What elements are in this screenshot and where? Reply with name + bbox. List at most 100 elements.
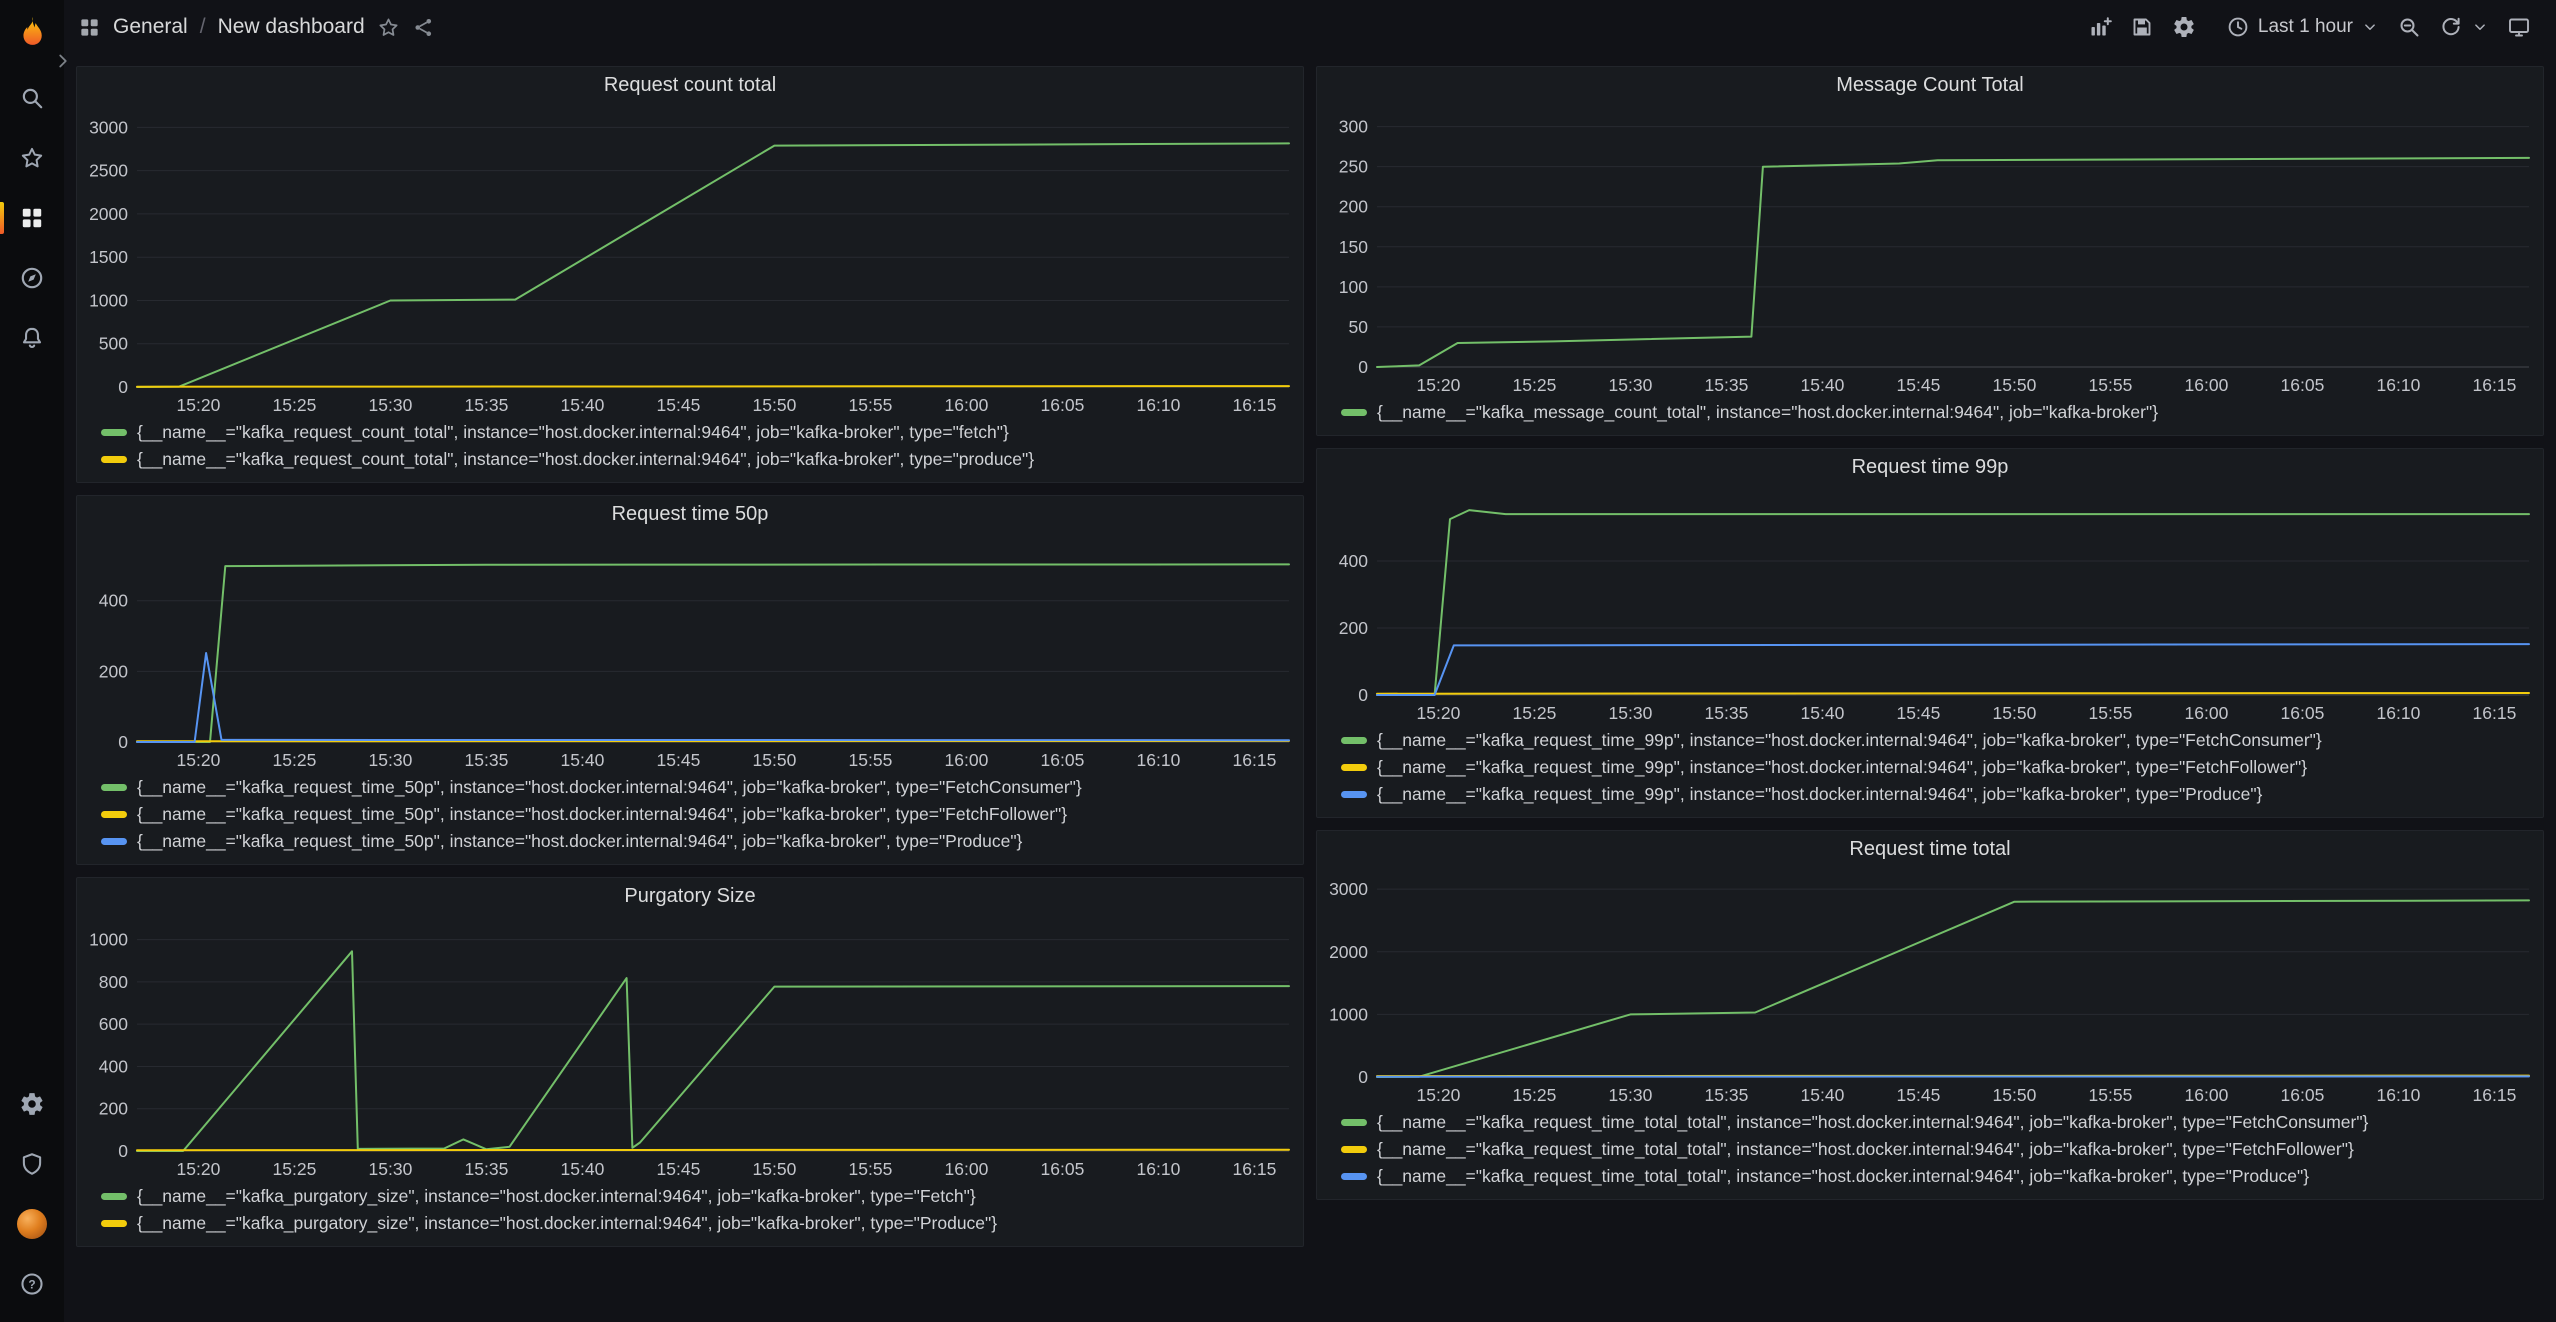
save-dashboard-button[interactable] xyxy=(2123,9,2161,45)
panel-legend: {__name__="kafka_request_count_total", i… xyxy=(77,417,1303,482)
legend-item[interactable]: {__name__="kafka_request_time_99p", inst… xyxy=(1341,783,2262,805)
dashboards-grid-icon xyxy=(78,16,101,39)
y-axis-tick-label: 0 xyxy=(1358,1067,1368,1087)
x-axis-tick-label: 15:25 xyxy=(273,1159,317,1179)
shield-icon xyxy=(19,1151,45,1177)
legend-item[interactable]: {__name__="kafka_request_time_50p", inst… xyxy=(101,830,1022,852)
legend-color-swatch xyxy=(1341,737,1367,744)
time-series-chart[interactable]: 020040015:2015:2515:3015:3515:4015:4515:… xyxy=(1317,485,2543,725)
sidebar-item-profile[interactable] xyxy=(0,1202,64,1246)
refresh-interval-caret-icon[interactable] xyxy=(2471,18,2489,36)
expand-menu-button[interactable] xyxy=(52,50,74,72)
x-axis-tick-label: 15:20 xyxy=(177,395,221,415)
sidebar-item-server-admin[interactable] xyxy=(0,1142,64,1186)
zoom-out-button[interactable] xyxy=(2390,9,2428,45)
panel-plot-area[interactable]: 0200400600800100015:2015:2515:3015:3515:… xyxy=(77,914,1303,1181)
legend-item[interactable]: {__name__="kafka_request_time_total_tota… xyxy=(1341,1138,2354,1160)
legend-item[interactable]: {__name__="kafka_message_count_total", i… xyxy=(1341,401,2158,423)
x-axis-tick-label: 15:55 xyxy=(849,750,893,770)
panel-plot-area[interactable]: 020040015:2015:2515:3015:3515:4015:4515:… xyxy=(77,532,1303,772)
panel-plot-area[interactable]: 020040015:2015:2515:3015:3515:4015:4515:… xyxy=(1317,485,2543,725)
legend-item[interactable]: {__name__="kafka_request_time_99p", inst… xyxy=(1341,756,2307,778)
favorite-star-icon[interactable] xyxy=(377,16,400,39)
legend-label: {__name__="kafka_request_time_total_tota… xyxy=(1377,1112,2368,1133)
sidebar-item-alerting[interactable] xyxy=(0,316,64,360)
series-line xyxy=(137,564,1289,742)
time-series-chart[interactable]: 020040015:2015:2515:3015:3515:4015:4515:… xyxy=(77,532,1303,772)
grafana-logo-icon[interactable] xyxy=(13,14,51,52)
time-series-chart[interactable]: 010002000300015:2015:2515:3015:3515:4015… xyxy=(1317,867,2543,1107)
time-series-chart[interactable]: 0200400600800100015:2015:2515:3015:3515:… xyxy=(77,914,1303,1181)
sidebar-item-search[interactable] xyxy=(0,76,64,120)
legend-label: {__name__="kafka_request_time_50p", inst… xyxy=(137,831,1022,852)
panel-plot-area[interactable]: 05010015020025030015:2015:2515:3015:3515… xyxy=(1317,103,2543,397)
x-axis-tick-label: 16:10 xyxy=(2377,1085,2421,1105)
legend-item[interactable]: {__name__="kafka_request_time_50p", inst… xyxy=(101,776,1082,798)
sidebar-item-dashboards[interactable] xyxy=(0,196,64,240)
x-axis-tick-label: 16:10 xyxy=(2377,375,2421,395)
gear-icon xyxy=(19,1091,45,1117)
legend-item[interactable]: {__name__="kafka_request_count_total", i… xyxy=(101,448,1034,470)
x-axis-tick-label: 16:05 xyxy=(1041,750,1085,770)
x-axis-tick-label: 15:50 xyxy=(753,750,797,770)
legend-label: {__name__="kafka_request_time_total_tota… xyxy=(1377,1139,2354,1160)
x-axis-tick-label: 16:15 xyxy=(2473,375,2517,395)
x-axis-tick-label: 15:25 xyxy=(273,395,317,415)
x-axis-tick-label: 16:00 xyxy=(2185,1085,2229,1105)
legend-item[interactable]: {__name__="kafka_request_time_total_tota… xyxy=(1341,1165,2309,1187)
refresh-button[interactable] xyxy=(2432,9,2496,45)
sidebar-item-help[interactable]: ? xyxy=(0,1262,64,1306)
y-axis-tick-label: 0 xyxy=(118,377,128,397)
x-axis-tick-label: 16:00 xyxy=(945,750,989,770)
panel-plot-area[interactable]: 05001000150020002500300015:2015:2515:301… xyxy=(77,103,1303,417)
legend-color-swatch xyxy=(1341,764,1367,771)
sidebar-item-explore[interactable] xyxy=(0,256,64,300)
dashboard-grid: Request count total 05001000150020002500… xyxy=(64,54,2556,1322)
series-line xyxy=(1377,900,2529,1077)
share-icon[interactable] xyxy=(412,16,435,39)
panel-header: Message Count Total xyxy=(1317,67,2543,103)
y-axis-tick-label: 400 xyxy=(1339,551,1368,571)
panel-header: Request count total xyxy=(77,67,1303,103)
legend-item[interactable]: {__name__="kafka_request_count_total", i… xyxy=(101,421,1009,443)
series-line xyxy=(137,653,1289,742)
legend-item[interactable]: {__name__="kafka_request_time_total_tota… xyxy=(1341,1111,2368,1133)
panel-plot-area[interactable]: 010002000300015:2015:2515:3015:3515:4015… xyxy=(1317,867,2543,1107)
sidebar-top-group xyxy=(0,76,64,360)
time-series-chart[interactable]: 05010015020025030015:2015:2515:3015:3515… xyxy=(1317,103,2543,397)
x-axis-tick-label: 15:50 xyxy=(1993,375,2037,395)
sidebar-item-configuration[interactable] xyxy=(0,1082,64,1126)
legend-label: {__name__="kafka_request_time_50p", inst… xyxy=(137,777,1082,798)
breadcrumb-dashboard-title[interactable]: New dashboard xyxy=(218,15,365,39)
legend-item[interactable]: {__name__="kafka_purgatory_size", instan… xyxy=(101,1185,976,1207)
x-axis-tick-label: 15:25 xyxy=(1513,1085,1557,1105)
y-axis-tick-label: 200 xyxy=(1339,618,1368,638)
dashboard-settings-button[interactable] xyxy=(2165,9,2203,45)
panel-title[interactable]: Message Count Total xyxy=(1836,74,2024,97)
cycle-view-button[interactable] xyxy=(2500,9,2538,45)
legend-label: {__name__="kafka_request_time_99p", inst… xyxy=(1377,757,2307,778)
y-axis-tick-label: 1500 xyxy=(89,247,128,267)
legend-item[interactable]: {__name__="kafka_request_time_50p", inst… xyxy=(101,803,1067,825)
add-panel-button[interactable] xyxy=(2081,9,2119,45)
panel-title[interactable]: Request time 99p xyxy=(1852,456,2009,479)
clock-icon xyxy=(2226,15,2250,39)
time-series-chart[interactable]: 05001000150020002500300015:2015:2515:301… xyxy=(77,103,1303,417)
panel-title[interactable]: Request count total xyxy=(604,74,776,97)
panel-title[interactable]: Request time total xyxy=(1849,838,2010,861)
time-range-picker[interactable]: Last 1 hour xyxy=(2219,9,2386,45)
x-axis-tick-label: 16:05 xyxy=(1041,395,1085,415)
x-axis-tick-label: 16:15 xyxy=(2473,703,2517,723)
x-axis-tick-label: 15:50 xyxy=(1993,703,2037,723)
breadcrumb-folder[interactable]: General xyxy=(113,15,188,39)
panel-title[interactable]: Request time 50p xyxy=(612,503,769,526)
legend-item[interactable]: {__name__="kafka_request_time_99p", inst… xyxy=(1341,729,2322,751)
legend-item[interactable]: {__name__="kafka_purgatory_size", instan… xyxy=(101,1212,997,1234)
dashboards-grid-icon xyxy=(19,205,45,231)
bell-icon xyxy=(19,325,45,351)
sidebar-item-starred[interactable] xyxy=(0,136,64,180)
y-axis-tick-label: 3000 xyxy=(1329,879,1368,899)
legend-color-swatch xyxy=(1341,791,1367,798)
panel-title[interactable]: Purgatory Size xyxy=(624,885,755,908)
x-axis-tick-label: 16:10 xyxy=(1137,1159,1181,1179)
